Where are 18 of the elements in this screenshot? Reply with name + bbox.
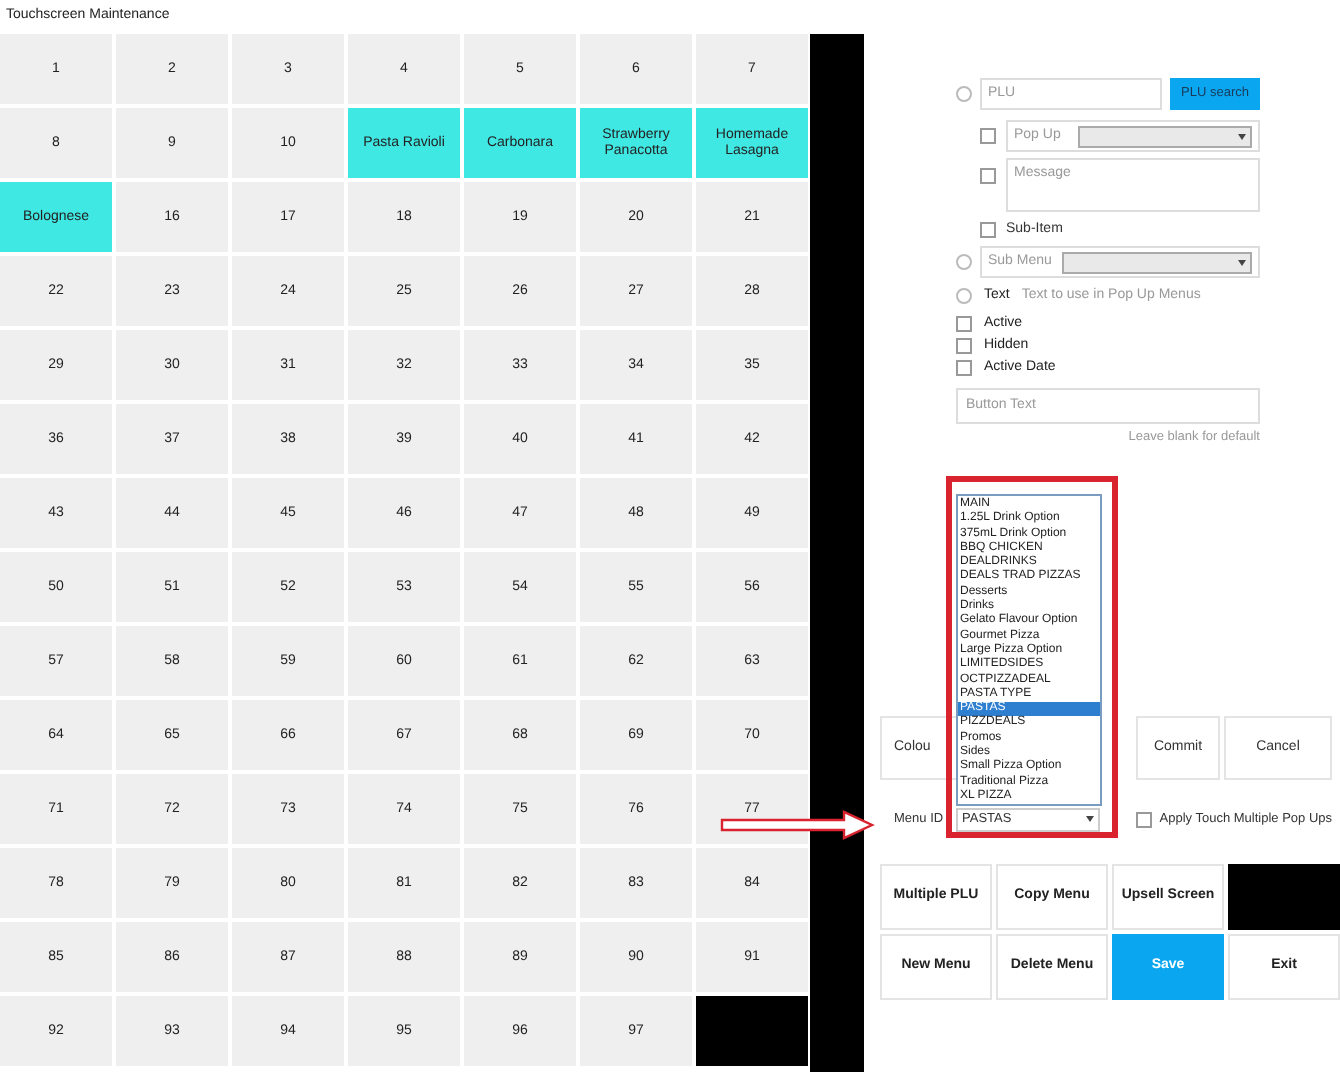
caret-icon (1086, 816, 1094, 823)
checkbox[interactable] (956, 338, 972, 354)
menu-id-listbox[interactable] (956, 494, 1102, 806)
radio-button[interactable] (956, 86, 972, 102)
radio-button[interactable] (956, 254, 972, 270)
checkbox[interactable] (1135, 811, 1152, 828)
checkbox[interactable] (956, 316, 972, 332)
checkbox[interactable] (980, 128, 996, 144)
pop-up-select[interactable] (1078, 125, 1252, 147)
caret-icon (1238, 259, 1246, 265)
sub-menu-select[interactable] (1062, 251, 1252, 273)
checkbox[interactable] (980, 222, 996, 238)
colour-swatch[interactable] (1228, 863, 1340, 930)
checkbox[interactable] (980, 168, 996, 184)
radio-button[interactable] (956, 288, 972, 304)
arrow-icon (720, 810, 876, 840)
caret-icon (1238, 133, 1246, 139)
checkbox[interactable] (956, 360, 972, 376)
